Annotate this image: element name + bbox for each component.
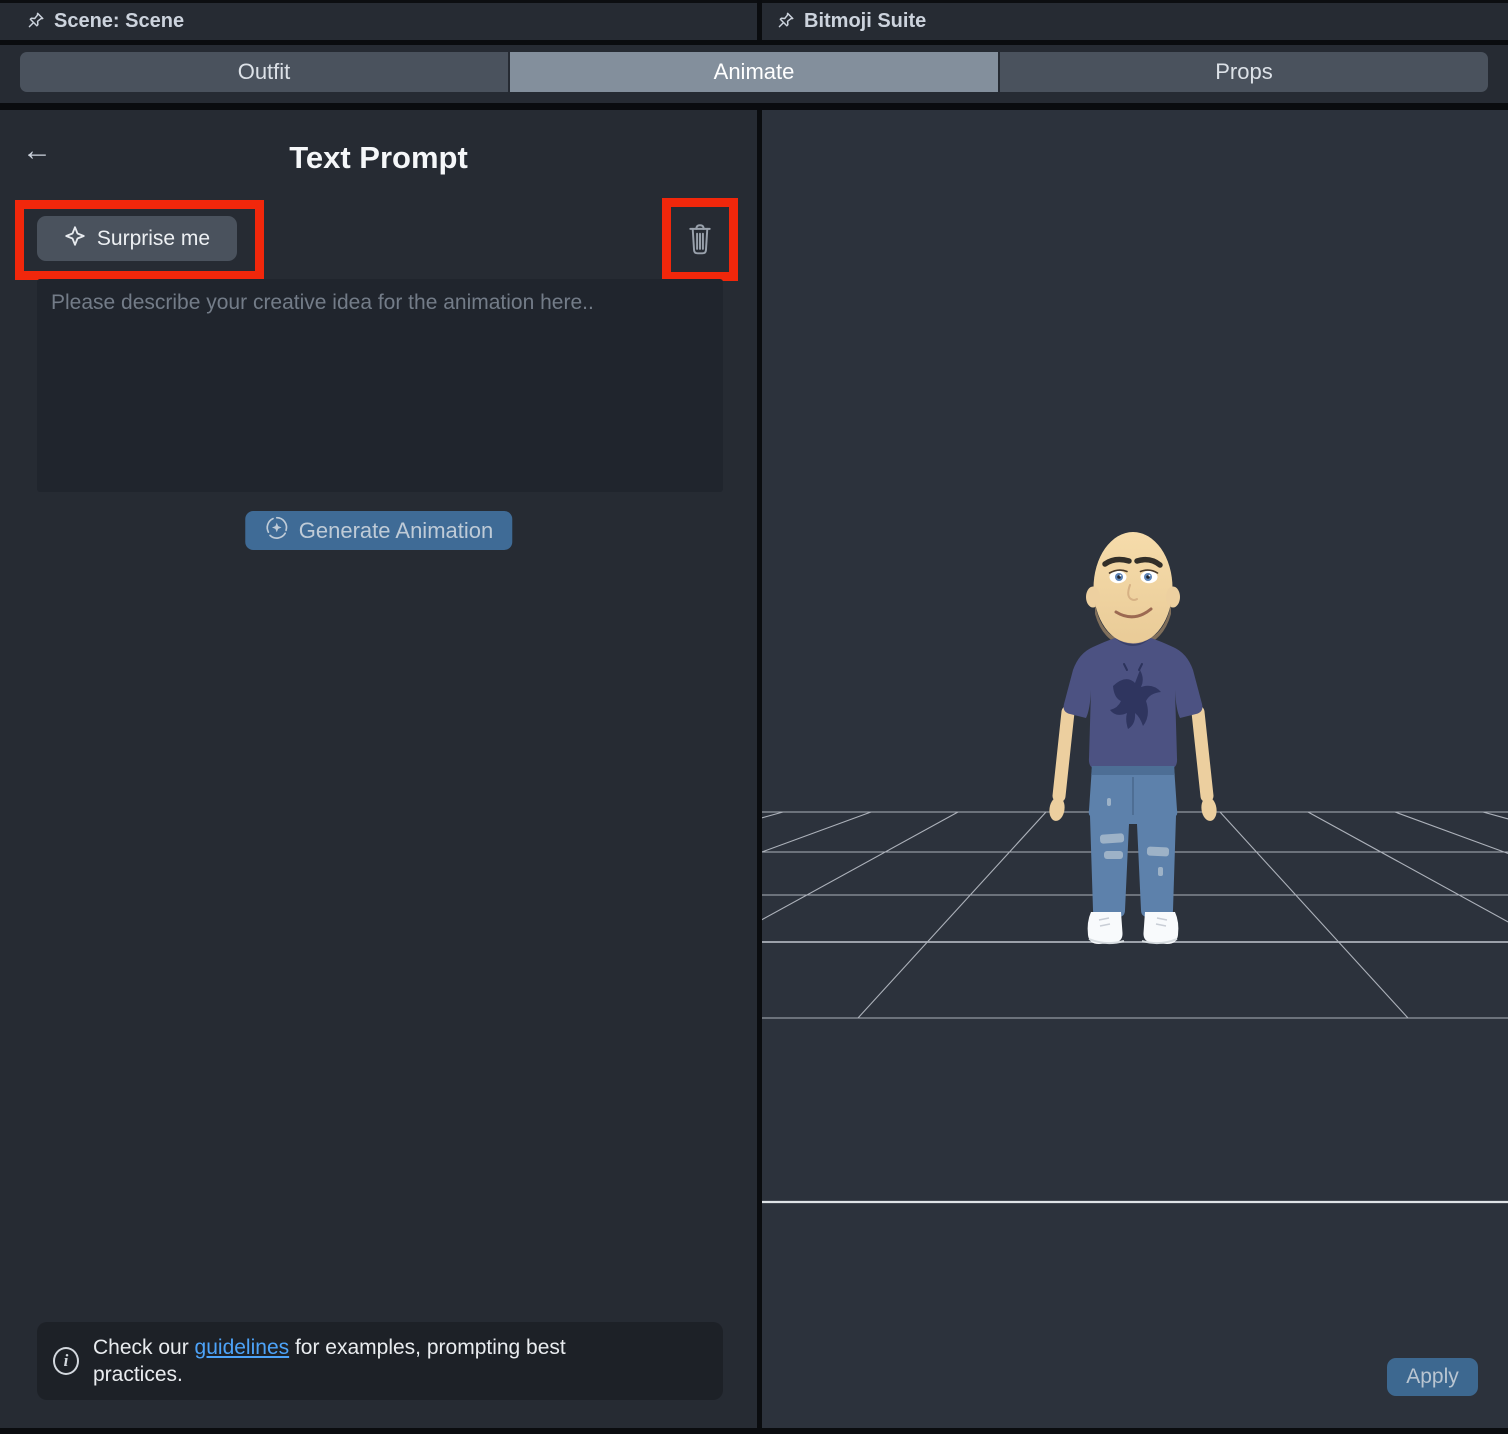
prompt-input[interactable] (37, 279, 723, 492)
trash-icon (685, 221, 715, 258)
generate-animation-label: Generate Animation (299, 518, 493, 544)
tab-group: Outfit Animate Props (20, 52, 1488, 92)
clear-prompt-button[interactable] (677, 215, 723, 263)
generate-animation-button[interactable]: Generate Animation (245, 511, 512, 550)
apply-button[interactable]: Apply (1387, 1358, 1478, 1396)
tab-outfit[interactable]: Outfit (20, 52, 508, 92)
info-text-before: Check our (93, 1336, 195, 1359)
page-title: Text Prompt (0, 140, 757, 176)
scene-panel-titlebar: Scene: Scene (0, 0, 757, 40)
guidelines-text: Check our guidelines for examples, promp… (93, 1334, 653, 1388)
pushpin-icon[interactable] (774, 11, 796, 33)
bitmoji-panel-title: Bitmoji Suite (804, 10, 926, 33)
surprise-me-button[interactable]: Surprise me (37, 216, 237, 261)
text-prompt-panel: ← Text Prompt Surprise me (0, 110, 757, 1428)
tab-props[interactable]: Props (1000, 52, 1488, 92)
pushpin-icon[interactable] (24, 11, 46, 33)
viewport-canvas (762, 110, 1508, 1428)
bitmoji-panel-titlebar: Bitmoji Suite (762, 0, 1508, 40)
tab-row: Outfit Animate Props (0, 45, 1508, 103)
scene-panel-title: Scene: Scene (54, 10, 184, 33)
surprise-me-label: Surprise me (97, 227, 210, 251)
3d-viewport[interactable]: Apply (762, 110, 1508, 1428)
ai-swirl-icon (264, 515, 289, 546)
info-circle-icon: i (53, 1347, 79, 1375)
guidelines-link[interactable]: guidelines (195, 1336, 290, 1359)
tab-animate[interactable]: Animate (510, 52, 998, 92)
four-point-star-icon (64, 225, 86, 253)
guidelines-info-box: i Check our guidelines for examples, pro… (37, 1322, 723, 1400)
